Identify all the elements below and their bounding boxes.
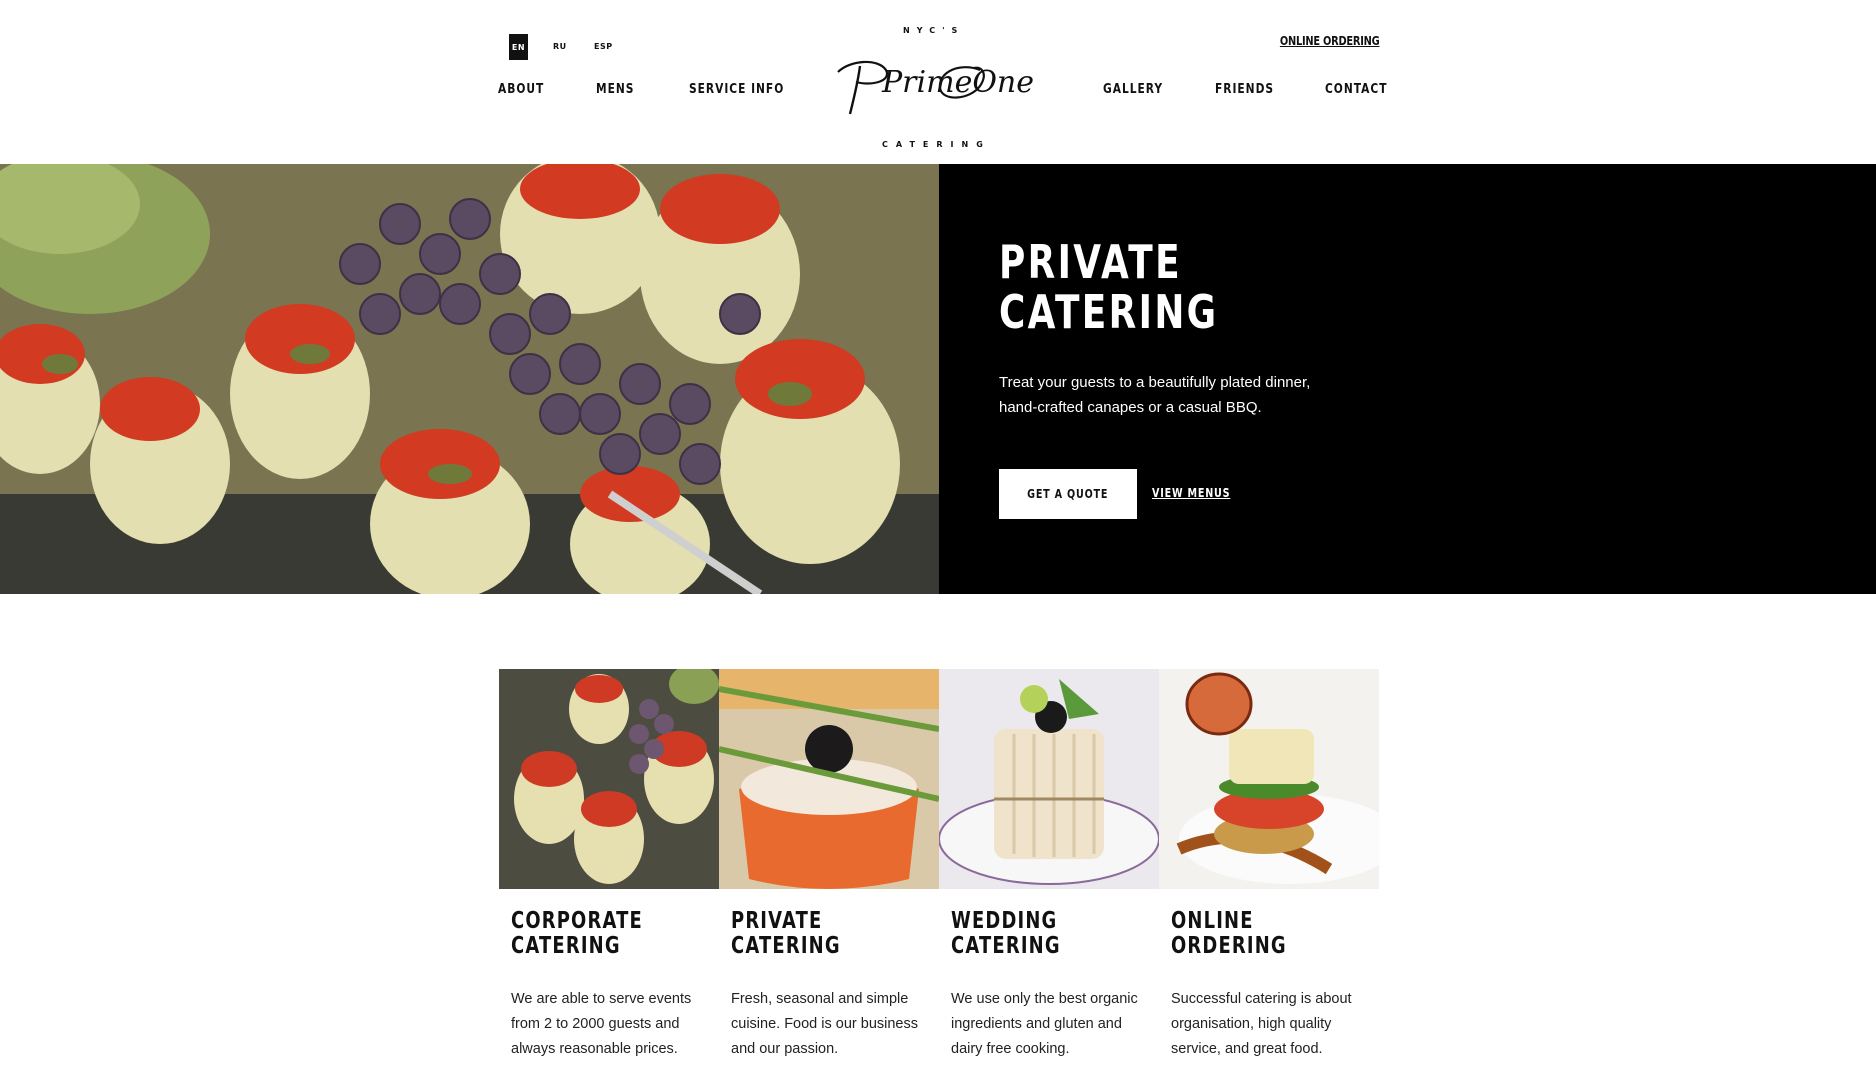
- card-image-private[interactable]: [719, 669, 939, 889]
- card-title-private: PRIVATE CATERING: [731, 909, 841, 959]
- hero-description: Treat your guests to a beautifully plate…: [999, 374, 1311, 416]
- nav-gallery[interactable]: GALLERY: [1103, 82, 1163, 97]
- card-text-corporate: We are able to serve events from 2 to 20…: [511, 991, 692, 1057]
- view-menus-link[interactable]: VIEW MENUS: [1152, 486, 1230, 500]
- nav-friends[interactable]: FRIENDS: [1215, 82, 1274, 97]
- hero-title-line2: CATERING: [999, 285, 1219, 339]
- card-title-line2: ORDERING: [1171, 933, 1287, 959]
- get-a-quote-button[interactable]: GET A QUOTE: [999, 469, 1137, 519]
- card-image-corporate[interactable]: [499, 669, 719, 889]
- card-title-line2: CATERING: [511, 933, 621, 959]
- lang-en-button[interactable]: EN: [509, 34, 528, 60]
- card-title-line2: CATERING: [951, 933, 1061, 959]
- card-title-line1: WEDDING: [951, 908, 1058, 934]
- hero-title: PRIVATE CATERING: [999, 237, 1218, 337]
- hero-title-line1: PRIVATE: [999, 235, 1182, 289]
- card-image-wedding[interactable]: [939, 669, 1159, 889]
- nav-about[interactable]: ABOUT: [498, 82, 544, 97]
- card-title-line1: CORPORATE: [511, 908, 643, 934]
- logo-top-text: NYC'S: [903, 26, 965, 35]
- nav-contact[interactable]: CONTACT: [1325, 82, 1387, 97]
- card-image-online[interactable]: [1159, 669, 1379, 889]
- lang-esp-button[interactable]: ESP: [594, 42, 613, 51]
- card-text-private: Fresh, seasonal and simple cuisine. Food…: [731, 991, 918, 1057]
- logo-bottom-text: CATERING: [882, 140, 991, 149]
- card-title-wedding: WEDDING CATERING: [951, 909, 1061, 959]
- nav-mens[interactable]: MENS: [596, 82, 634, 97]
- hero-food-image: [0, 164, 939, 594]
- card-title-line1: PRIVATE: [731, 908, 823, 934]
- card-title-corporate: CORPORATE CATERING: [511, 909, 643, 959]
- get-a-quote-label: GET A QUOTE: [1027, 487, 1109, 501]
- logo-script-text: PrimeOne: [881, 65, 1034, 100]
- card-text-wedding: We use only the best organic ingredients…: [951, 991, 1138, 1057]
- online-ordering-link[interactable]: ONLINE ORDERING: [1279, 34, 1379, 48]
- nav-service-info[interactable]: SERVICE INFO: [689, 82, 784, 97]
- card-title-line2: CATERING: [731, 933, 841, 959]
- card-title-line1: ONLINE: [1171, 908, 1254, 934]
- logo-script[interactable]: PrimeOne: [830, 52, 1044, 118]
- card-title-online: ONLINE ORDERING: [1171, 909, 1287, 959]
- card-text-online: Successful catering is about organisatio…: [1171, 991, 1352, 1057]
- lang-ru-button[interactable]: RU: [553, 42, 567, 51]
